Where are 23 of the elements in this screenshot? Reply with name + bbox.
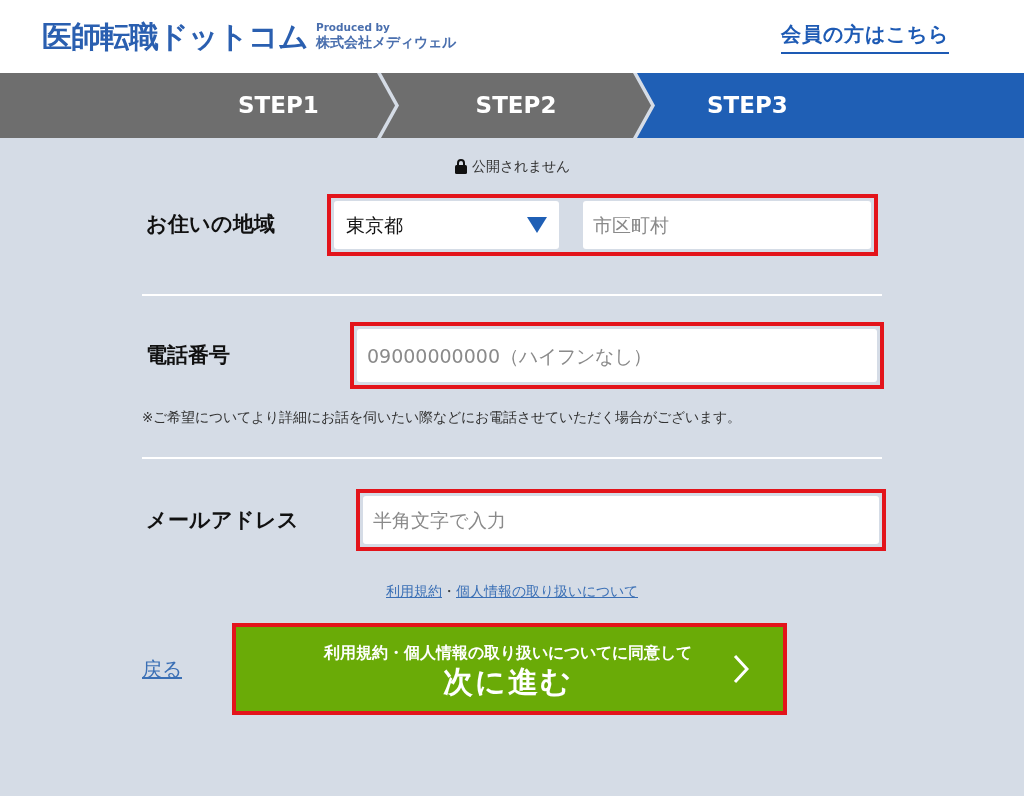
field-label: メールアドレス xyxy=(145,506,300,534)
field-label: お住いの地域 xyxy=(145,211,276,239)
help-note: ※ご希望についてより詳細にお話を伺いたい際などにお電話させていただく場合がございます。 xyxy=(142,408,743,427)
lock-icon xyxy=(454,158,468,174)
privacy-note: 公開されません xyxy=(472,156,570,176)
text-input[interactable]: 09000000000（ハイフンなし） xyxy=(357,329,877,382)
member-link[interactable]: 会員の方はこちら xyxy=(781,19,949,54)
button-label: 次に進む xyxy=(442,664,573,698)
field-label: 電話番号 xyxy=(145,341,231,369)
company-name: 株式会社メディウェル xyxy=(316,33,456,51)
button-caption: 利用規約・個人情報の取り扱いについてに同意して xyxy=(323,641,692,664)
separator-dot: ・ xyxy=(442,583,456,600)
text-input[interactable]: 半角文字で入力 xyxy=(363,496,879,545)
policy-link[interactable]: 個人情報の取り扱いについて xyxy=(456,583,638,600)
produced-by-text: Produced by xyxy=(316,22,391,34)
next-button[interactable]: 利用規約・個人情報の取り扱いについてに同意して 次に進む xyxy=(236,627,783,712)
region-select[interactable]: 東京都 xyxy=(334,201,559,249)
logo: 医師転職ドットコム xyxy=(42,18,308,56)
city-input[interactable]: 市区町村 xyxy=(583,201,871,249)
chevron-right-icon xyxy=(733,654,749,685)
back-link[interactable]: 戻る xyxy=(142,654,232,685)
dropdown-arrow-icon xyxy=(527,217,547,233)
policy-link[interactable]: 利用規約 xyxy=(386,583,442,600)
